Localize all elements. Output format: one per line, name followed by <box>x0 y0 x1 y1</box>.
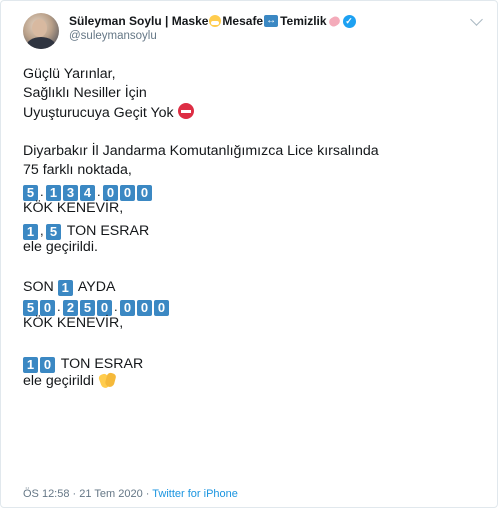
keycap-digit-icon: 0 <box>154 300 169 317</box>
tweet-line-text: TON ESRAR <box>66 222 150 239</box>
avatar-suit <box>26 37 56 49</box>
keycap-digit-icon: 1 <box>23 356 38 373</box>
tweet-line: ele geçirildi. <box>23 238 98 255</box>
tweet-line: 50.250.000 <box>23 295 483 317</box>
tweet-meta: ÖS 12:58 · 21 Tem 2020 · Twitter for iPh… <box>23 488 238 500</box>
chevron-down-icon[interactable] <box>470 13 483 26</box>
tweet-line-text: ele geçirildi <box>23 373 94 389</box>
tweet-header: Süleyman Soylu | Maske Mesafe ↔ Temizlik… <box>69 14 469 42</box>
tweet-line: 1,5 TON ESRAR <box>23 219 483 240</box>
tweet-text: Güçlü Yarınlar, Sağlıklı Nesiller İçin U… <box>23 65 483 391</box>
tweet-line: 10 TON ESRAR <box>23 353 483 373</box>
author-handle[interactable]: @suleymansoylu <box>69 30 469 42</box>
tweet-line: Sağlıklı Nesiller İçin <box>23 85 147 102</box>
tweet-date[interactable]: 21 Tem 2020 <box>79 488 142 500</box>
tweet-line: KÖK KENEVİR, <box>23 315 124 332</box>
tweet-line: Güçlü Yarınlar, <box>23 66 116 82</box>
tweet-line: 75 farklı noktada, <box>23 161 132 178</box>
tweet-client-link[interactable]: Twitter for iPhone <box>152 488 238 500</box>
tweet-line: Diyarbakır İl Jandarma Komutanlığımızca … <box>23 142 379 159</box>
no-entry-icon <box>177 103 194 120</box>
verified-badge-icon: ✓ <box>342 14 356 28</box>
tweet-card: Süleyman Soylu | Maske Mesafe ↔ Temizlik… <box>0 0 498 508</box>
mask-emoji-icon <box>209 15 222 27</box>
keycap-digit-icon: 0 <box>137 300 152 317</box>
meta-separator: · <box>145 488 150 500</box>
tweet-line: SON 1 AYDA <box>23 276 483 297</box>
number-separator: , <box>40 222 44 238</box>
tweet-line-text: AYDA <box>77 279 116 296</box>
tweet-line: ele geçirildi <box>23 372 483 391</box>
avatar[interactable] <box>23 13 59 49</box>
author-name-part1: Süleyman Soylu | Maske <box>69 14 209 28</box>
left-right-arrow-icon: ↔ <box>264 15 279 27</box>
tweet-line: Uyuşturucuya Geçit Yok <box>23 103 483 122</box>
keycap-digit-icon: 1 <box>57 280 73 297</box>
clapping-hands-icon <box>97 372 117 390</box>
tweet-time[interactable]: ÖS 12:58 <box>23 488 69 500</box>
tweet-line-text: SON <box>23 279 54 296</box>
tweet-line-text: TON ESRAR <box>60 355 144 372</box>
author-name[interactable]: Süleyman Soylu | Maske Mesafe ↔ Temizlik… <box>69 14 469 28</box>
tweet-line-text: Uyuşturucuya Geçit Yok <box>23 105 174 122</box>
meta-separator: · <box>72 488 77 500</box>
author-name-part3: Temizlik <box>280 14 327 28</box>
tweet-line: 5.134.000 <box>23 180 483 202</box>
soap-emoji-icon <box>327 14 342 28</box>
keycap-digit-icon: 0 <box>40 356 55 373</box>
tweet-line: KÖK KENEVİR, <box>23 200 124 217</box>
avatar-face <box>32 19 47 37</box>
keycap-digit-icon: 0 <box>137 185 152 202</box>
author-name-part2: Mesafe <box>222 14 264 28</box>
